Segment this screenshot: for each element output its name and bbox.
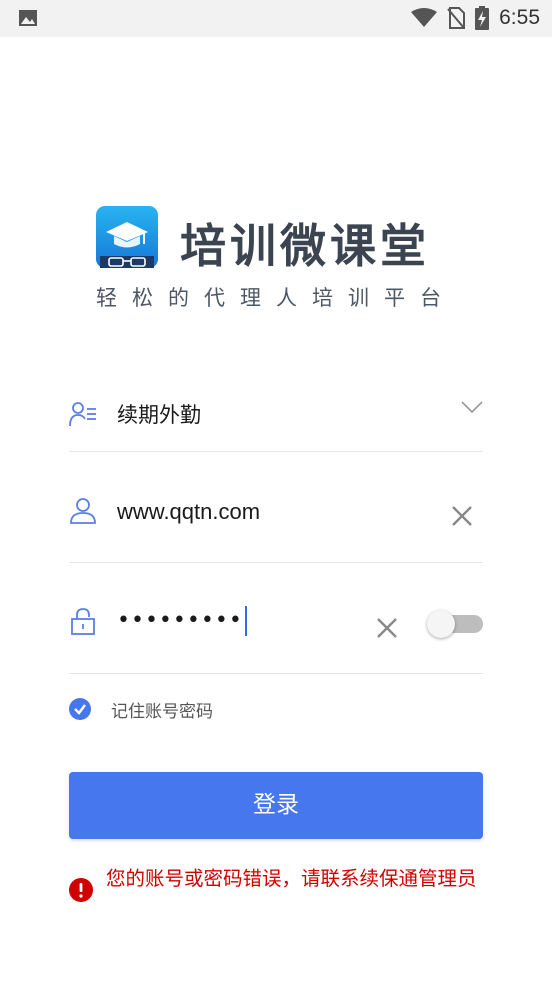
close-icon[interactable] — [451, 505, 473, 527]
username-field[interactable]: www.qqtn.com — [69, 452, 483, 563]
status-bar: 6:55 — [0, 0, 552, 37]
app-tagline: 轻松的代理人培训平台 — [96, 286, 456, 310]
close-icon[interactable] — [376, 617, 398, 639]
remember-checkbox[interactable]: 记住账号密码 — [69, 697, 213, 722]
clock: 6:55 — [499, 6, 540, 29]
password-mask: ••••••••• — [117, 608, 243, 633]
error-icon — [69, 878, 93, 902]
no-sim-icon — [447, 7, 466, 29]
role-select[interactable]: 续期外勤 — [69, 352, 483, 452]
brand-header: 培训微课堂 轻松的代理人培训平台 — [96, 206, 466, 310]
lock-icon — [71, 608, 95, 635]
user-list-icon — [69, 402, 96, 427]
image-icon — [19, 10, 37, 26]
wifi-icon — [411, 8, 438, 27]
show-password-toggle[interactable] — [427, 610, 483, 638]
login-button[interactable]: 登录 — [69, 772, 483, 839]
user-icon — [70, 498, 96, 524]
app-name: 培训微课堂 — [180, 219, 430, 273]
role-value: 续期外勤 — [117, 403, 201, 427]
username-input[interactable]: www.qqtn.com — [117, 499, 260, 525]
checkbox-checked-icon[interactable] — [69, 698, 91, 720]
toggle-knob — [427, 610, 455, 638]
error-text: 您的账号或密码错误，请联系续保通管理员 — [106, 867, 477, 890]
remember-label: 记住账号密码 — [111, 701, 213, 722]
password-input[interactable]: ••••••••• — [117, 606, 247, 636]
battery-charging-icon — [475, 6, 490, 30]
password-field[interactable]: ••••••••• — [69, 563, 483, 674]
chevron-down-icon[interactable] — [461, 400, 483, 414]
graduation-cap-logo — [96, 206, 158, 268]
text-cursor — [244, 606, 247, 636]
